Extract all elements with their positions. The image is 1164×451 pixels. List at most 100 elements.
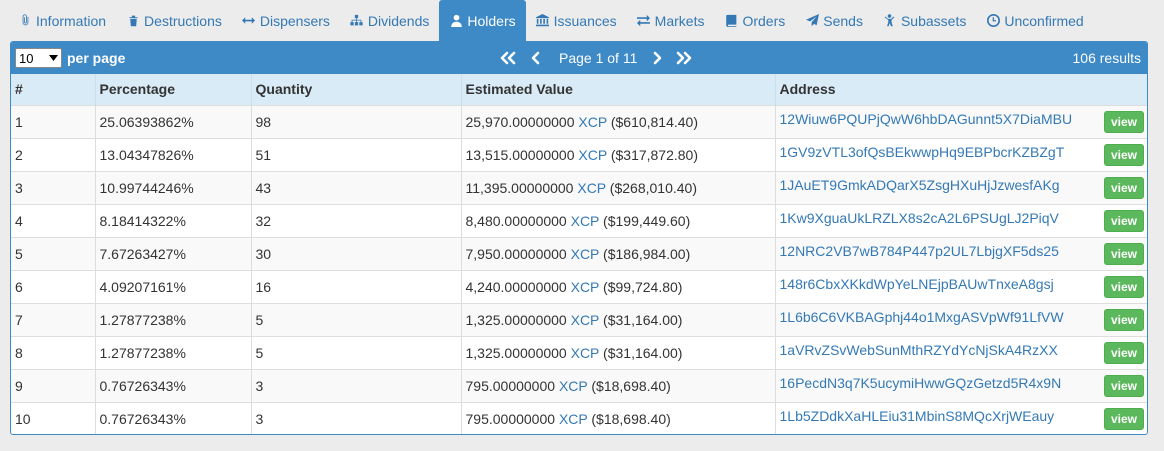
per-page-label: per page — [67, 50, 126, 66]
sitemap-icon — [350, 14, 364, 28]
address-link[interactable]: 1GV9zVTL3ofQsBEkwwpHq9EBPbcrKZBZgT — [780, 144, 1065, 160]
usd-value: ($18,698.40) — [591, 410, 671, 427]
currency-link[interactable]: XCP — [571, 213, 600, 229]
view-button[interactable]: view — [1103, 374, 1144, 397]
table-row: 1 25.06393862% 98 25,970.00000000 XCP ($610… — [11, 104, 1147, 138]
currency-link[interactable]: XCP — [559, 411, 588, 427]
child-icon — [883, 14, 897, 28]
currency-link[interactable]: XCP — [578, 114, 607, 130]
tab-label: Destructions — [144, 12, 222, 29]
currency-link[interactable]: XCP — [571, 345, 600, 361]
currency-link[interactable]: XCP — [559, 378, 588, 394]
percentage-cell: 4.09207161% — [94, 269, 251, 303]
view-button[interactable]: view — [1103, 308, 1144, 331]
tab-dispensers[interactable]: Dispensers — [232, 0, 340, 41]
rank-cell: 1 — [11, 104, 95, 138]
tab-label: Unconfirmed — [1004, 12, 1084, 29]
view-button[interactable]: view — [1103, 209, 1144, 232]
column-header-address[interactable]: Address — [774, 74, 1147, 105]
pager: Page 1 of 11 — [497, 42, 695, 74]
first-page-button[interactable] — [497, 51, 519, 65]
column-header-estimated-value[interactable]: Estimated Value — [460, 74, 775, 105]
tab-issuances[interactable]: Issuances — [526, 0, 627, 41]
estimated-value-cell: 7,950.00000000 XCP ($186,984.00) — [460, 236, 775, 270]
usd-value: ($31,164.00) — [603, 344, 683, 361]
quantity-cell: 3 — [250, 401, 461, 434]
percentage-cell: 0.76726343% — [94, 401, 251, 434]
percentage-cell: 10.99744246% — [94, 170, 251, 204]
rank-cell: 7 — [11, 302, 95, 336]
address-cell: 1L6b6C6VKBAGphj44o1MxgASVpWf91LfVW view — [774, 302, 1147, 336]
quantity-cell: 98 — [250, 104, 461, 138]
estimated-value-cell: 795.00000000 XCP ($18,698.40) — [460, 401, 775, 434]
estimated-value-cell: 1,325.00000000 XCP ($31,164.00) — [460, 335, 775, 369]
tab-information[interactable]: Information — [8, 0, 116, 41]
per-page-control: 10 per page — [15, 48, 125, 68]
address-link[interactable]: 148r6CbxXKkdWpYeLNEjpBAUwTnxeA8gsj — [780, 276, 1054, 292]
tab-label: Dividends — [367, 12, 430, 29]
estimated-value-cell: 25,970.00000000 XCP ($610,814.40) — [460, 104, 775, 138]
address-cell: 1aVRvZSvWebSunMthRZYdYcNjSkA4RzXX view — [774, 335, 1147, 369]
quantity-cell: 16 — [250, 269, 461, 303]
per-page-select[interactable]: 10 — [15, 48, 62, 68]
tab-destructions[interactable]: Destructions — [116, 0, 232, 41]
column-header-quantity[interactable]: Quantity — [250, 74, 461, 105]
address-link[interactable]: 1Lb5ZDdkXaHLEiu31MbinS8MQcXrjWEauy — [780, 408, 1055, 424]
table-row: 2 13.04347826% 51 13,515.00000000 XCP ($317… — [11, 137, 1147, 171]
address-link[interactable]: 1JAuET9GmkADQarX5ZsgHXuHjJzwesfAKg — [780, 177, 1060, 193]
currency-link[interactable]: XCP — [577, 180, 606, 196]
tab-markets[interactable]: Markets — [627, 0, 715, 41]
currency-link[interactable]: XCP — [571, 279, 600, 295]
tab-label: Subassets — [900, 12, 967, 29]
view-button[interactable]: view — [1103, 176, 1144, 199]
rank-cell: 6 — [11, 269, 95, 303]
table-row: 6 4.09207161% 16 4,240.00000000 XCP ($99,72… — [11, 269, 1147, 303]
chevron-down-icon — [49, 55, 58, 61]
address-link[interactable]: 1Kw9XguaUkLRZLX8s2cA2L6PSUgLJ2PiqV — [780, 210, 1059, 226]
paperclip-icon — [18, 14, 32, 28]
tab-subassets[interactable]: Subassets — [873, 0, 976, 41]
address-link[interactable]: 12Wiuw6PQUPjQwW6hbDAGunnt5X7DiaMBU — [780, 111, 1073, 127]
chevron-right-icon — [654, 51, 662, 65]
percentage-cell: 13.04347826% — [94, 137, 251, 171]
tab-label: Dispensers — [259, 12, 330, 29]
estimated-value-amount: 1,325.00000000 — [465, 311, 567, 328]
view-button[interactable]: view — [1103, 407, 1144, 430]
next-page-button[interactable] — [651, 51, 663, 65]
last-page-button[interactable] — [673, 51, 695, 65]
currency-link[interactable]: XCP — [571, 246, 600, 262]
view-button[interactable]: view — [1103, 242, 1144, 265]
tab-holders[interactable]: Holders — [439, 0, 526, 41]
usd-value: ($317,872.80) — [610, 146, 699, 163]
holders-table: # Percentage Quantity Estimated Value Ad… — [11, 74, 1147, 434]
column-header-rank[interactable]: # — [11, 74, 95, 105]
view-button[interactable]: view — [1103, 143, 1144, 166]
currency-link[interactable]: XCP — [571, 312, 600, 328]
address-cell: 1JAuET9GmkADQarX5ZsgHXuHjJzwesfAKg view — [774, 170, 1147, 204]
book-icon — [724, 14, 738, 28]
view-button[interactable]: view — [1103, 110, 1144, 133]
address-link[interactable]: 1L6b6C6VKBAGphj44o1MxgASVpWf91LfVW — [780, 309, 1064, 325]
holders-panel: 10 per page Page 1 of 11 106 results # P… — [10, 41, 1148, 435]
tab-orders[interactable]: Orders — [714, 0, 795, 41]
usd-value: ($18,698.40) — [591, 377, 671, 394]
view-button[interactable]: view — [1103, 341, 1144, 364]
tab-unconfirmed[interactable]: Unconfirmed — [976, 0, 1093, 41]
currency-link[interactable]: XCP — [578, 147, 607, 163]
address-link[interactable]: 1aVRvZSvWebSunMthRZYdYcNjSkA4RzXX — [780, 342, 1058, 358]
tab-dividends[interactable]: Dividends — [340, 0, 439, 41]
usd-value: ($610,814.40) — [610, 113, 699, 130]
column-header-percentage[interactable]: Percentage — [94, 74, 251, 105]
estimated-value-cell: 13,515.00000000 XCP ($317,872.80) — [460, 137, 775, 171]
tab-sends[interactable]: Sends — [795, 0, 873, 41]
clock-icon — [986, 14, 1000, 28]
rank-cell: 3 — [11, 170, 95, 204]
address-link[interactable]: 12NRC2VB7wB784P447p2UL7LbjgXF5ds25 — [780, 243, 1059, 259]
prev-page-button[interactable] — [525, 51, 547, 65]
estimated-value-cell: 11,395.00000000 XCP ($268,010.40) — [460, 170, 775, 204]
address-link[interactable]: 16PecdN3q7K5ucymiHwwGQzGetzd5R4x9N — [780, 375, 1062, 391]
address-cell: 1Lb5ZDdkXaHLEiu31MbinS8MQcXrjWEauy view — [774, 401, 1147, 434]
tab-label: Issuances — [553, 12, 617, 29]
view-button[interactable]: view — [1103, 275, 1144, 298]
chevron-left-icon — [531, 51, 540, 65]
